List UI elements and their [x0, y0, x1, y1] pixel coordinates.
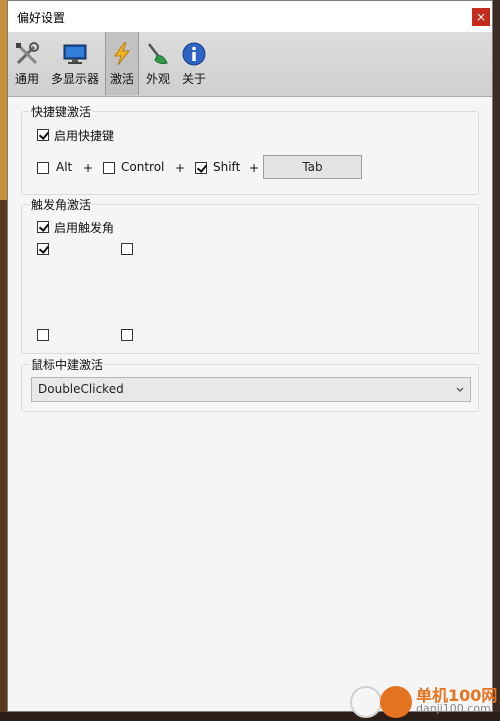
- chevron-down-icon: [456, 387, 464, 392]
- hotkey-key-button[interactable]: Tab: [263, 155, 362, 179]
- tools-icon: [16, 42, 39, 65]
- hotkey-group: 快捷键激活 启用快捷键 Alt + Control + Shift + Tab: [21, 103, 479, 195]
- brush-icon: [148, 43, 168, 65]
- tab-activation[interactable]: 激活: [105, 32, 139, 95]
- enable-hotkey-label: 启用快捷键: [54, 129, 115, 143]
- tab-general[interactable]: 通用: [10, 32, 44, 95]
- tab-about-label: 关于: [181, 72, 206, 86]
- title-bar: 偏好设置 ×: [8, 1, 492, 32]
- enable-hot-corner-label: 启用触发角: [54, 221, 115, 235]
- hotkey-group-title: 快捷键激活: [30, 103, 93, 120]
- lightning-icon: [114, 42, 131, 66]
- toolbar: 通用 多显示器 激活 外观 关于: [8, 32, 492, 97]
- control-label: Control: [121, 160, 165, 174]
- mouse-action-dropdown[interactable]: DoubleClicked: [31, 377, 471, 402]
- watermark-url: danji100.com: [416, 702, 491, 715]
- tab-multi-monitor[interactable]: 多显示器: [46, 32, 104, 95]
- corner-bottom-left-checkbox[interactable]: [37, 329, 49, 341]
- alt-label: Alt: [56, 160, 73, 174]
- tab-multi-monitor-label: 多显示器: [50, 72, 99, 86]
- control-checkbox[interactable]: [103, 162, 115, 174]
- enable-hotkey-checkbox[interactable]: [37, 129, 49, 141]
- plus-sign: +: [249, 161, 260, 175]
- corner-top-left-checkbox[interactable]: [37, 243, 49, 255]
- shift-checkbox[interactable]: [195, 162, 207, 174]
- hot-corner-group-title: 触发角激活: [30, 196, 93, 213]
- watermark-circle-icon: [350, 686, 382, 718]
- tab-about[interactable]: 关于: [177, 32, 211, 95]
- alt-checkbox[interactable]: [37, 162, 49, 174]
- mouse-middle-group-title: 鼠标中建激活: [30, 356, 105, 373]
- corner-bottom-right-checkbox[interactable]: [121, 329, 133, 341]
- corner-top-right-checkbox[interactable]: [121, 243, 133, 255]
- mouse-action-value: DoubleClicked: [38, 382, 124, 396]
- info-icon: [182, 42, 206, 66]
- monitor-icon: [63, 44, 87, 64]
- window-title: 偏好设置: [17, 11, 66, 25]
- shift-label: Shift: [213, 160, 241, 174]
- close-button[interactable]: ×: [472, 8, 490, 26]
- plus-sign: +: [175, 161, 186, 175]
- tab-activation-label: 激活: [109, 72, 134, 86]
- tab-appearance-label: 外观: [145, 72, 170, 86]
- tab-general-label: 通用: [14, 72, 39, 86]
- mouse-middle-group: 鼠标中建激活 DoubleClicked: [21, 356, 479, 412]
- plus-sign: +: [83, 161, 94, 175]
- hot-corner-group: 触发角激活 启用触发角: [21, 196, 479, 354]
- watermark-circle-icon: [380, 686, 412, 718]
- preferences-window: 偏好设置 × 通用 多显示器 激活 外观 关于 快捷键激活 启用快捷键 Alt …: [7, 0, 493, 712]
- watermark-logo: 单机100网 danji100.com: [350, 680, 500, 721]
- enable-hot-corner-checkbox[interactable]: [37, 221, 49, 233]
- tab-appearance[interactable]: 外观: [141, 32, 175, 95]
